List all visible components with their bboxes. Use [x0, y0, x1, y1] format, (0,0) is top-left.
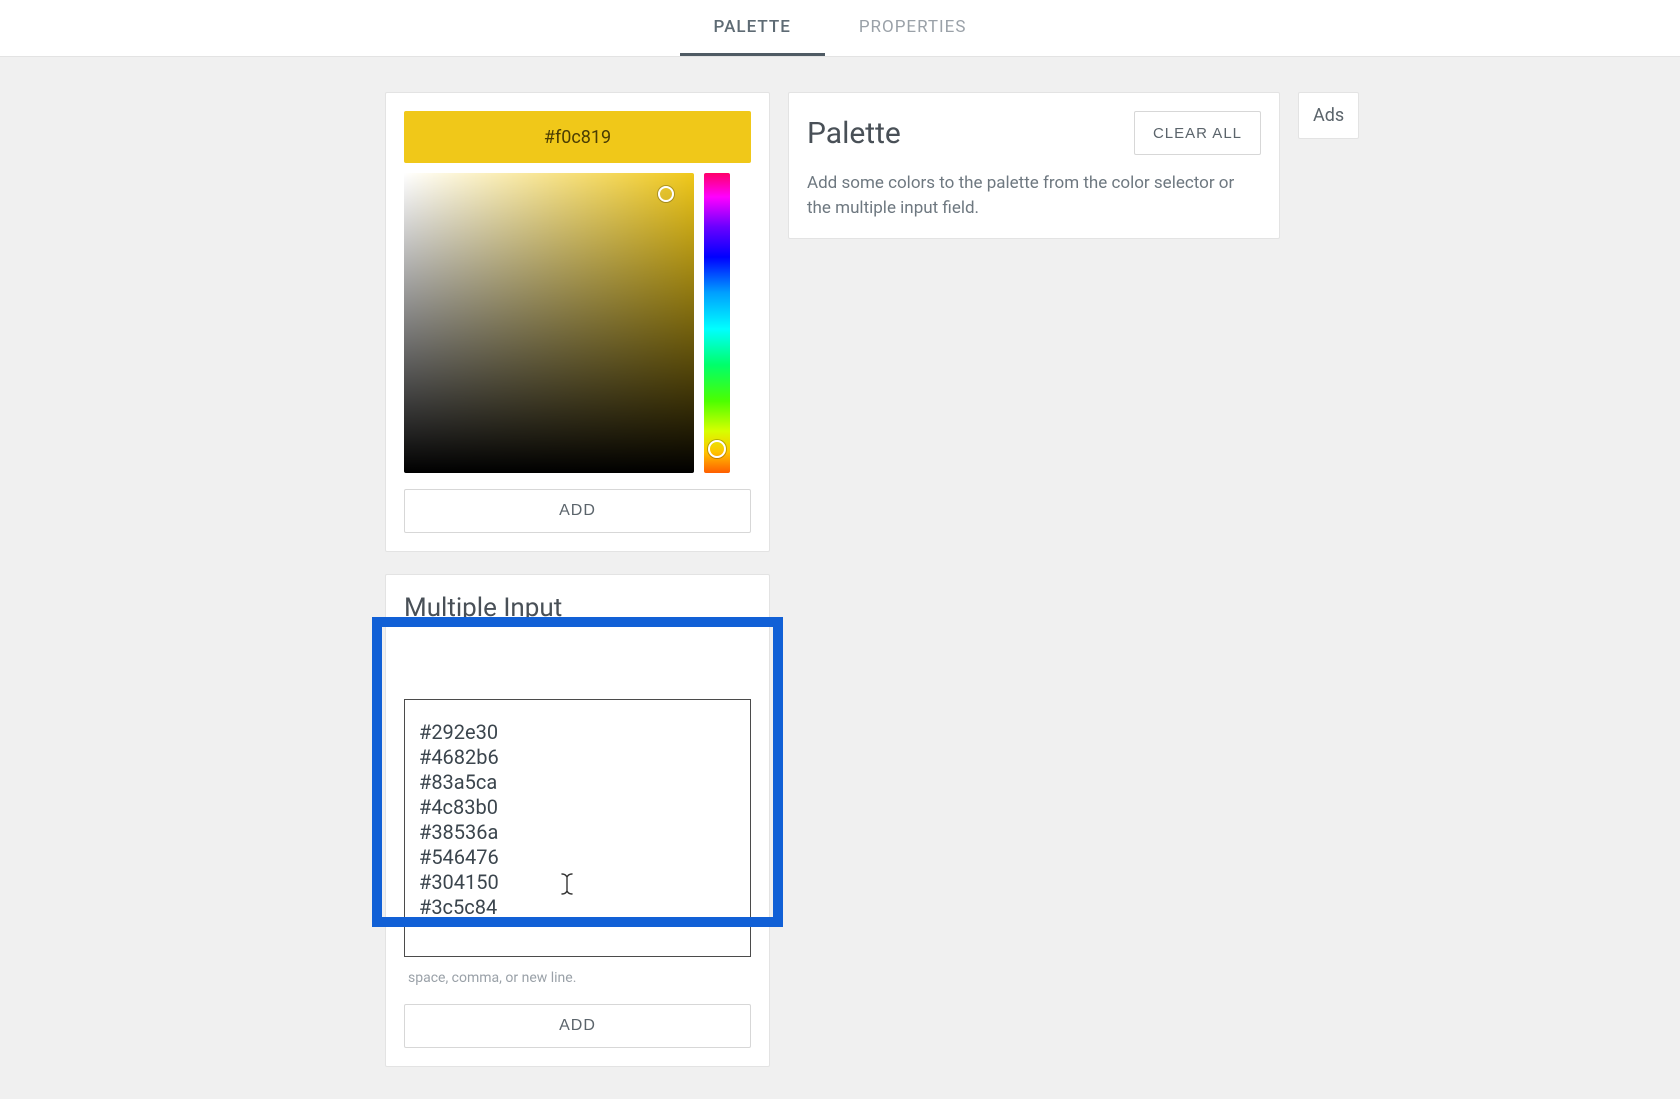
tab-properties-label: PROPERTIES [859, 17, 967, 37]
add-multiple-button-label: ADD [559, 1017, 596, 1035]
palette-title: Palette [807, 116, 901, 151]
clear-all-button[interactable]: CLEAR ALL [1134, 111, 1261, 155]
saturation-value-picker[interactable] [404, 173, 694, 473]
palette-description: Add some colors to the palette from the … [807, 171, 1261, 220]
center-column: Palette CLEAR ALL Add some colors to the… [788, 92, 1280, 239]
tab-palette[interactable]: PALETTE [680, 0, 825, 56]
tab-bar: PALETTE PROPERTIES [0, 0, 1680, 57]
ads-placeholder: Ads [1298, 92, 1359, 139]
multiple-input-title: Multiple Input [404, 593, 751, 623]
tab-properties[interactable]: PROPERTIES [825, 0, 1001, 56]
add-color-button[interactable]: ADD [404, 489, 751, 533]
right-column: Ads [1298, 92, 1359, 139]
add-multiple-button[interactable]: ADD [404, 1004, 751, 1048]
multiple-input-card: Multiple Input space, comma, or new line… [385, 574, 770, 1067]
selected-color-hex: #f0c819 [544, 127, 611, 148]
left-column: #f0c819 ADD Multiple Input [385, 92, 770, 1067]
clear-all-button-label: CLEAR ALL [1153, 125, 1242, 142]
palette-panel: Palette CLEAR ALL Add some colors to the… [788, 92, 1280, 239]
multiple-input-helper: space, comma, or new line. [408, 969, 747, 988]
palette-header: Palette CLEAR ALL [807, 111, 1261, 155]
color-picker-card: #f0c819 ADD [385, 92, 770, 552]
selected-color-header: #f0c819 [404, 111, 751, 163]
main-content: #f0c819 ADD Multiple Input [0, 57, 1680, 1067]
ads-label: Ads [1313, 105, 1344, 126]
sv-thumb-icon[interactable] [658, 186, 674, 202]
multiple-input-textarea[interactable] [404, 699, 751, 957]
color-picker-body [404, 173, 751, 473]
tab-palette-label: PALETTE [714, 17, 791, 37]
add-color-button-label: ADD [559, 502, 596, 520]
hue-thumb-icon[interactable] [708, 440, 726, 458]
hue-slider[interactable] [704, 173, 730, 473]
